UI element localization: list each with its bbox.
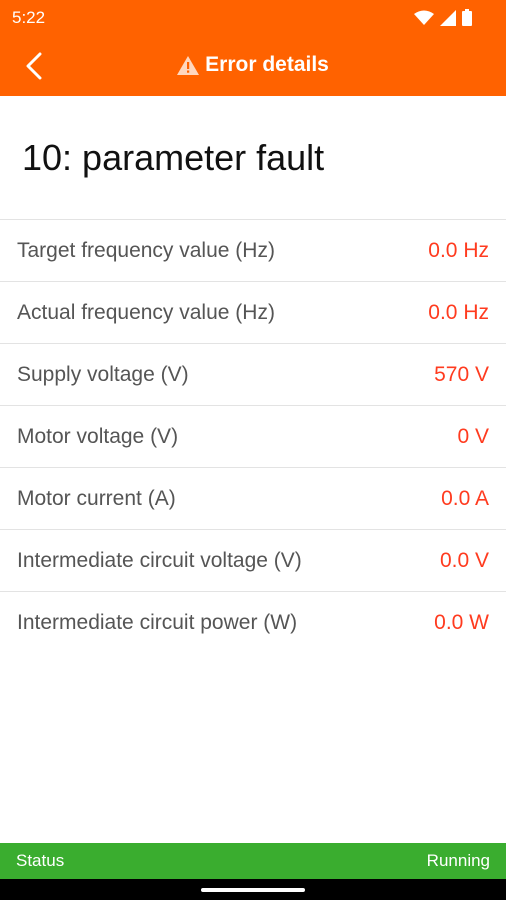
detail-value: 0.0 W [434,610,489,634]
detail-value: 0.0 A [441,486,489,510]
detail-label: Motor voltage (V) [17,424,179,448]
detail-row-actual-frequency: Actual frequency value (Hz) 0.0 Hz [0,281,506,343]
detail-row-supply-voltage: Supply voltage (V) 570 V [0,343,506,405]
status-time: 5:22 [12,8,46,27]
page-title: Error details [205,53,329,76]
detail-value: 570 V [434,362,489,386]
detail-value: 0 V [457,424,489,448]
system-navigation-bar [0,879,506,900]
detail-label: Intermediate circuit voltage (V) [17,548,302,572]
signal-icon [440,9,456,26]
error-details-list: Target frequency value (Hz) 0.0 Hz Actua… [0,219,506,653]
detail-row-motor-current: Motor current (A) 0.0 A [0,467,506,529]
app-bar-title-group: Error details [0,53,506,77]
detail-label: Supply voltage (V) [17,362,189,386]
detail-row-target-frequency: Target frequency value (Hz) 0.0 Hz [0,219,506,281]
status-icons [414,9,472,26]
detail-label: Target frequency value (Hz) [17,238,275,262]
detail-value: 0.0 Hz [428,300,489,324]
detail-row-motor-voltage: Motor voltage (V) 0 V [0,405,506,467]
status-bar: 5:22 [0,0,506,36]
wifi-icon [414,10,434,25]
detail-label: Actual frequency value (Hz) [17,300,275,324]
status-footer: Status Running [0,843,506,879]
error-title: 10: parameter fault [22,137,325,178]
status-value: Running [426,851,490,870]
detail-label: Intermediate circuit power (W) [17,610,298,634]
warning-icon [177,55,200,75]
home-gesture-handle[interactable] [201,888,305,892]
battery-icon [462,9,472,26]
app-bar: Error details [0,36,506,96]
detail-value: 0.0 Hz [428,238,489,262]
detail-row-intermediate-power: Intermediate circuit power (W) 0.0 W [0,591,506,653]
detail-value: 0.0 V [439,548,489,572]
detail-row-intermediate-voltage: Intermediate circuit voltage (V) 0.0 V [0,529,506,591]
detail-label: Motor current (A) [17,486,176,510]
status-label: Status [16,851,65,870]
